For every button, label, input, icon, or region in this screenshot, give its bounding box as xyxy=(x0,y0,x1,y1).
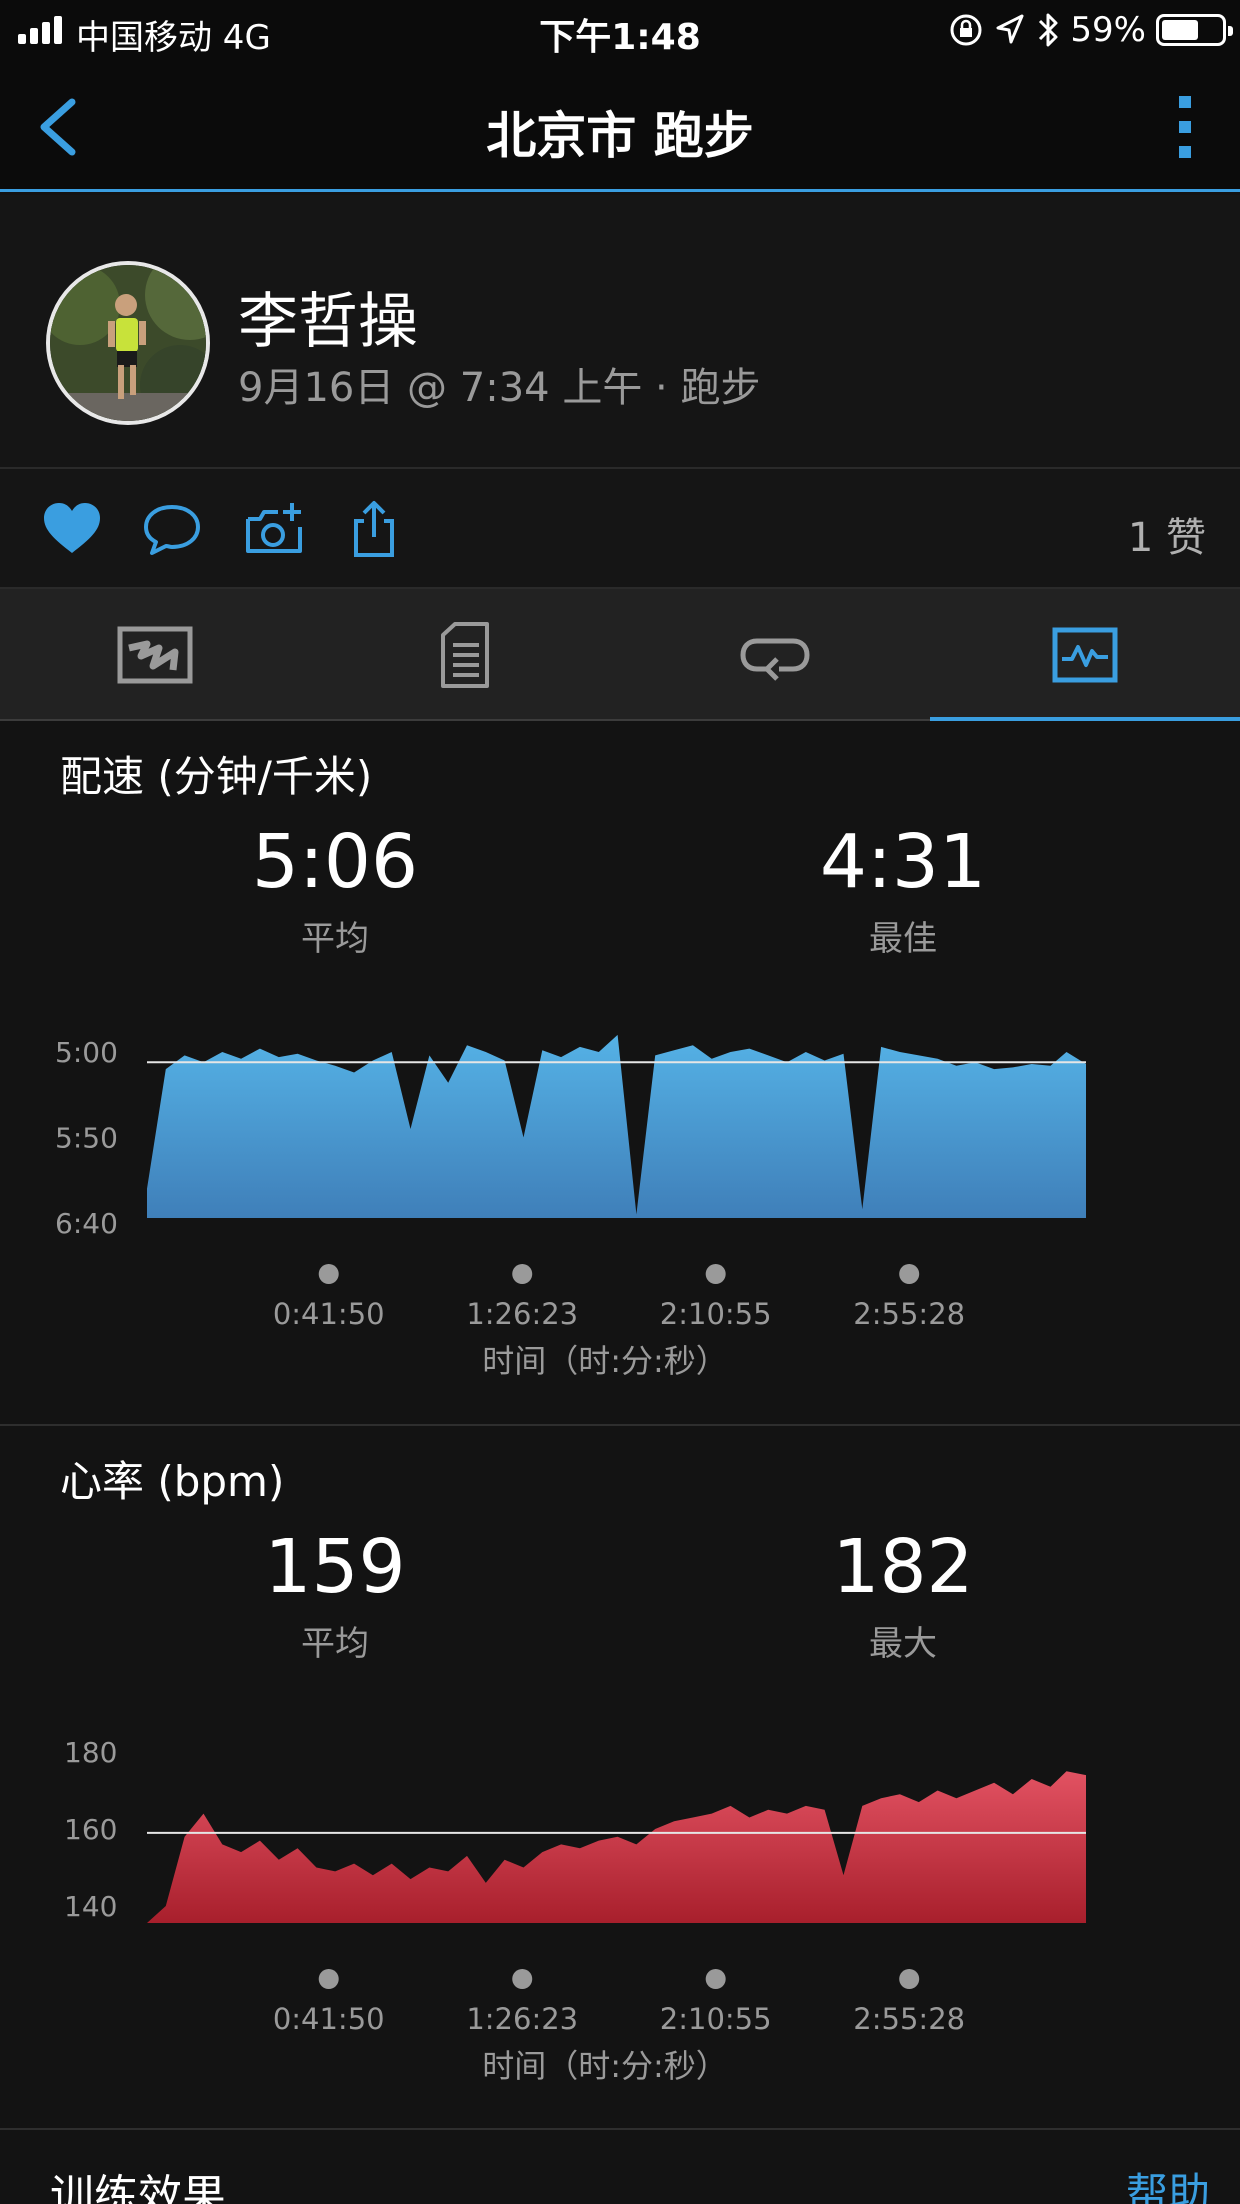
pace-section: 配速 (分钟/千米) 5:06 平均 4:31 最佳 5:00 5:50 6:40 0… xyxy=(0,721,1240,1424)
x-tick-marker[interactable] xyxy=(318,1969,339,1989)
training-effect-title: 训练效果 xyxy=(50,2171,226,2204)
more-vertical-icon[interactable] xyxy=(1170,92,1200,162)
x-tick-label: 2:55:28 xyxy=(853,1297,965,1331)
heart-icon[interactable] xyxy=(40,497,104,561)
help-link[interactable]: 帮助 xyxy=(1126,2160,1210,2204)
hr-avg-label: 平均 xyxy=(301,1624,369,1664)
share-icon[interactable] xyxy=(342,497,406,561)
activity-tabs xyxy=(0,589,1240,723)
x-tick-label: 0:41:50 xyxy=(273,2002,385,2036)
x-tick-marker[interactable] xyxy=(899,1264,920,1284)
pace-best-stat: 4:31 最佳 xyxy=(753,825,1053,960)
x-tick-label: 2:55:28 xyxy=(853,2002,965,2036)
pace-title: 配速 (分钟/千米) xyxy=(60,752,373,801)
page-title: 北京市 跑步 xyxy=(486,107,754,165)
comment-icon[interactable] xyxy=(140,497,204,561)
x-tick-label: 2:10:55 xyxy=(660,2002,772,2036)
y-tick-label: 180 xyxy=(64,1736,117,1769)
pace-chart[interactable]: 5:00 5:50 6:40 0:41:50 1:26:23 2:10:55 2:55:28… xyxy=(0,1001,1240,1421)
y-tick-label: 140 xyxy=(64,1890,117,1923)
divider xyxy=(0,2128,1240,2130)
tab-charts[interactable] xyxy=(930,589,1240,723)
series-area xyxy=(147,1771,1086,1923)
camera-add-icon[interactable] xyxy=(242,497,306,561)
tab-laps[interactable] xyxy=(620,589,930,721)
x-tick-marker[interactable] xyxy=(705,1969,726,1989)
charts-icon xyxy=(1052,627,1118,683)
pace-best-label: 最佳 xyxy=(869,919,937,959)
action-row: 1 赞 xyxy=(0,469,1240,589)
tab-stats[interactable] xyxy=(310,589,620,721)
likes-count[interactable]: 1 赞 xyxy=(1128,505,1206,563)
battery-percent: 59% xyxy=(1070,10,1146,50)
rotation-lock-icon xyxy=(950,14,982,46)
x-tick-label: 2:10:55 xyxy=(660,1297,772,1331)
x-tick-marker[interactable] xyxy=(705,1264,726,1284)
avatar[interactable] xyxy=(46,261,210,425)
x-tick-label: 1:26:23 xyxy=(466,2002,578,2036)
hr-max-stat: 182 最大 xyxy=(753,1530,1053,1665)
tab-map[interactable] xyxy=(0,589,310,721)
x-tick-marker[interactable] xyxy=(512,1264,533,1284)
stats-list-icon xyxy=(441,622,489,688)
x-tick-marker[interactable] xyxy=(318,1264,339,1284)
activity-meta: 9月16日 @ 7:34 上午 · 跑步 xyxy=(238,365,761,411)
y-tick-label: 5:50 xyxy=(55,1122,118,1155)
hr-max-label: 最大 xyxy=(869,1624,937,1664)
laps-icon xyxy=(740,638,810,681)
x-tick-marker[interactable] xyxy=(512,1969,533,1989)
pace-avg-label: 平均 xyxy=(301,919,369,959)
hr-avg-value: 159 xyxy=(264,1524,406,1610)
x-axis-label: 时间（时:分:秒） xyxy=(482,2047,728,2085)
pace-avg-value: 5:06 xyxy=(251,819,419,905)
pace-avg-stat: 5:06 平均 xyxy=(185,825,485,960)
battery-icon xyxy=(1156,14,1233,46)
x-tick-label: 1:26:23 xyxy=(466,1297,578,1331)
bluetooth-icon xyxy=(1039,13,1058,47)
location-arrow-icon xyxy=(996,14,1024,44)
y-tick-label: 6:40 xyxy=(55,1207,118,1240)
y-tick-label: 5:00 xyxy=(55,1036,118,1069)
x-tick-marker[interactable] xyxy=(899,1969,920,1989)
heart-rate-chart[interactable]: 180 160 140 0:41:50 1:26:23 2:10:55 2:55:28 时间（… xyxy=(0,1706,1240,2126)
user-name[interactable]: 李哲操 xyxy=(238,273,418,360)
hr-title: 心率 (bpm) xyxy=(60,1457,285,1506)
heart-rate-section: 心率 (bpm) 159 平均 182 最大 180 160 140 0:41:50 1… xyxy=(0,1426,1240,2128)
y-tick-label: 160 xyxy=(64,1813,117,1846)
hr-avg-stat: 159 平均 xyxy=(185,1530,485,1665)
x-axis-label: 时间（时:分:秒） xyxy=(482,1342,728,1380)
x-tick-label: 0:41:50 xyxy=(273,1297,385,1331)
pace-best-value: 4:31 xyxy=(819,819,987,905)
status-bar: 中国移动 4G 下午1:48 59% xyxy=(0,0,1240,62)
hr-max-value: 182 xyxy=(832,1524,974,1610)
map-icon xyxy=(117,626,193,684)
nav-bar: 北京市 跑步 xyxy=(0,62,1240,192)
activity-header: 李哲操 9月16日 @ 7:34 上午 · 跑步 xyxy=(0,195,1240,469)
